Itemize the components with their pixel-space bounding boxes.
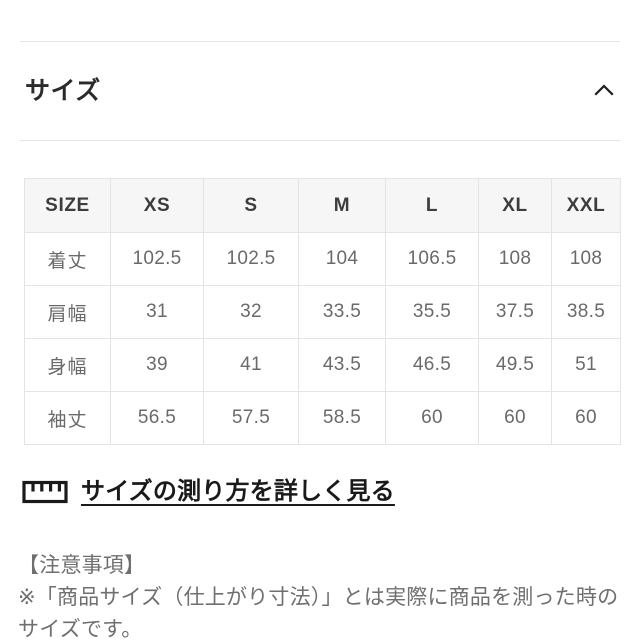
table-header-row: SIZE XS S M L XL XXL: [24, 178, 621, 233]
table-cell: 39: [110, 338, 204, 392]
table-cell: 38.5: [551, 285, 621, 339]
table-cell: 108: [478, 232, 552, 286]
size-table-container: SIZE XS S M L XL XXL 着丈 102.5 102.5 104 …: [24, 178, 621, 445]
row-label: 着丈: [24, 232, 111, 286]
chevron-up-icon[interactable]: [590, 77, 618, 105]
table-cell: 49.5: [478, 338, 552, 392]
table-cell: 102.5: [110, 232, 204, 286]
table-cell: 60: [551, 391, 621, 445]
table-cell: 37.5: [478, 285, 552, 339]
table-row: 身幅 39 41 43.5 46.5 49.5 51: [24, 338, 621, 392]
size-measure-guide-link[interactable]: サイズの測り方を詳しく見る: [22, 478, 395, 506]
table-header-cell: XL: [478, 178, 552, 233]
table-header-cell: XXL: [551, 178, 621, 233]
divider-top: [20, 41, 620, 42]
table-header-cell: M: [298, 178, 386, 233]
table-cell: 57.5: [203, 391, 299, 445]
table-cell: 31: [110, 285, 204, 339]
table-cell: 51: [551, 338, 621, 392]
table-cell: 60: [478, 391, 552, 445]
table-cell: 33.5: [298, 285, 386, 339]
notes-line-2: サイズです。: [18, 618, 143, 640]
size-section-page: サイズ SIZE XS S M L XL XXL 着丈 102.5 102.5 …: [0, 0, 640, 640]
ruler-icon: [22, 480, 68, 503]
table-cell: 58.5: [298, 391, 386, 445]
page-title: サイズ: [25, 76, 101, 105]
table-cell: 41: [203, 338, 299, 392]
table-header-cell: S: [203, 178, 299, 233]
notes-section: 【注意事項】 ※「商品サイズ（仕上がり寸法）」とは実際に商品を測った時の サイズ…: [18, 550, 626, 640]
table-cell: 43.5: [298, 338, 386, 392]
size-table: SIZE XS S M L XL XXL 着丈 102.5 102.5 104 …: [24, 178, 621, 445]
table-row: 袖丈 56.5 57.5 58.5 60 60 60: [24, 391, 621, 445]
table-cell: 60: [385, 391, 479, 445]
table-header-cell: XS: [110, 178, 204, 233]
table-cell: 102.5: [203, 232, 299, 286]
table-cell: 46.5: [385, 338, 479, 392]
row-label: 身幅: [24, 338, 111, 392]
table-cell: 32: [203, 285, 299, 339]
table-header-cell: SIZE: [24, 178, 111, 233]
table-cell: 104: [298, 232, 386, 286]
size-measure-guide-label: サイズの測り方を詳しく見る: [81, 478, 395, 505]
size-section-header[interactable]: サイズ: [0, 60, 640, 122]
notes-heading: 【注意事項】: [18, 554, 146, 577]
table-cell: 56.5: [110, 391, 204, 445]
table-row: 着丈 102.5 102.5 104 106.5 108 108: [24, 232, 621, 286]
table-header-cell: L: [385, 178, 479, 233]
row-label: 肩幅: [24, 285, 111, 339]
divider-under-header: [20, 140, 620, 141]
table-cell: 108: [551, 232, 621, 286]
table-cell: 106.5: [385, 232, 479, 286]
table-cell: 35.5: [385, 285, 479, 339]
notes-line-1: ※「商品サイズ（仕上がり寸法）」とは実際に商品を測った時の: [18, 586, 619, 609]
table-row: 肩幅 31 32 33.5 35.5 37.5 38.5: [24, 285, 621, 339]
row-label: 袖丈: [24, 391, 111, 445]
